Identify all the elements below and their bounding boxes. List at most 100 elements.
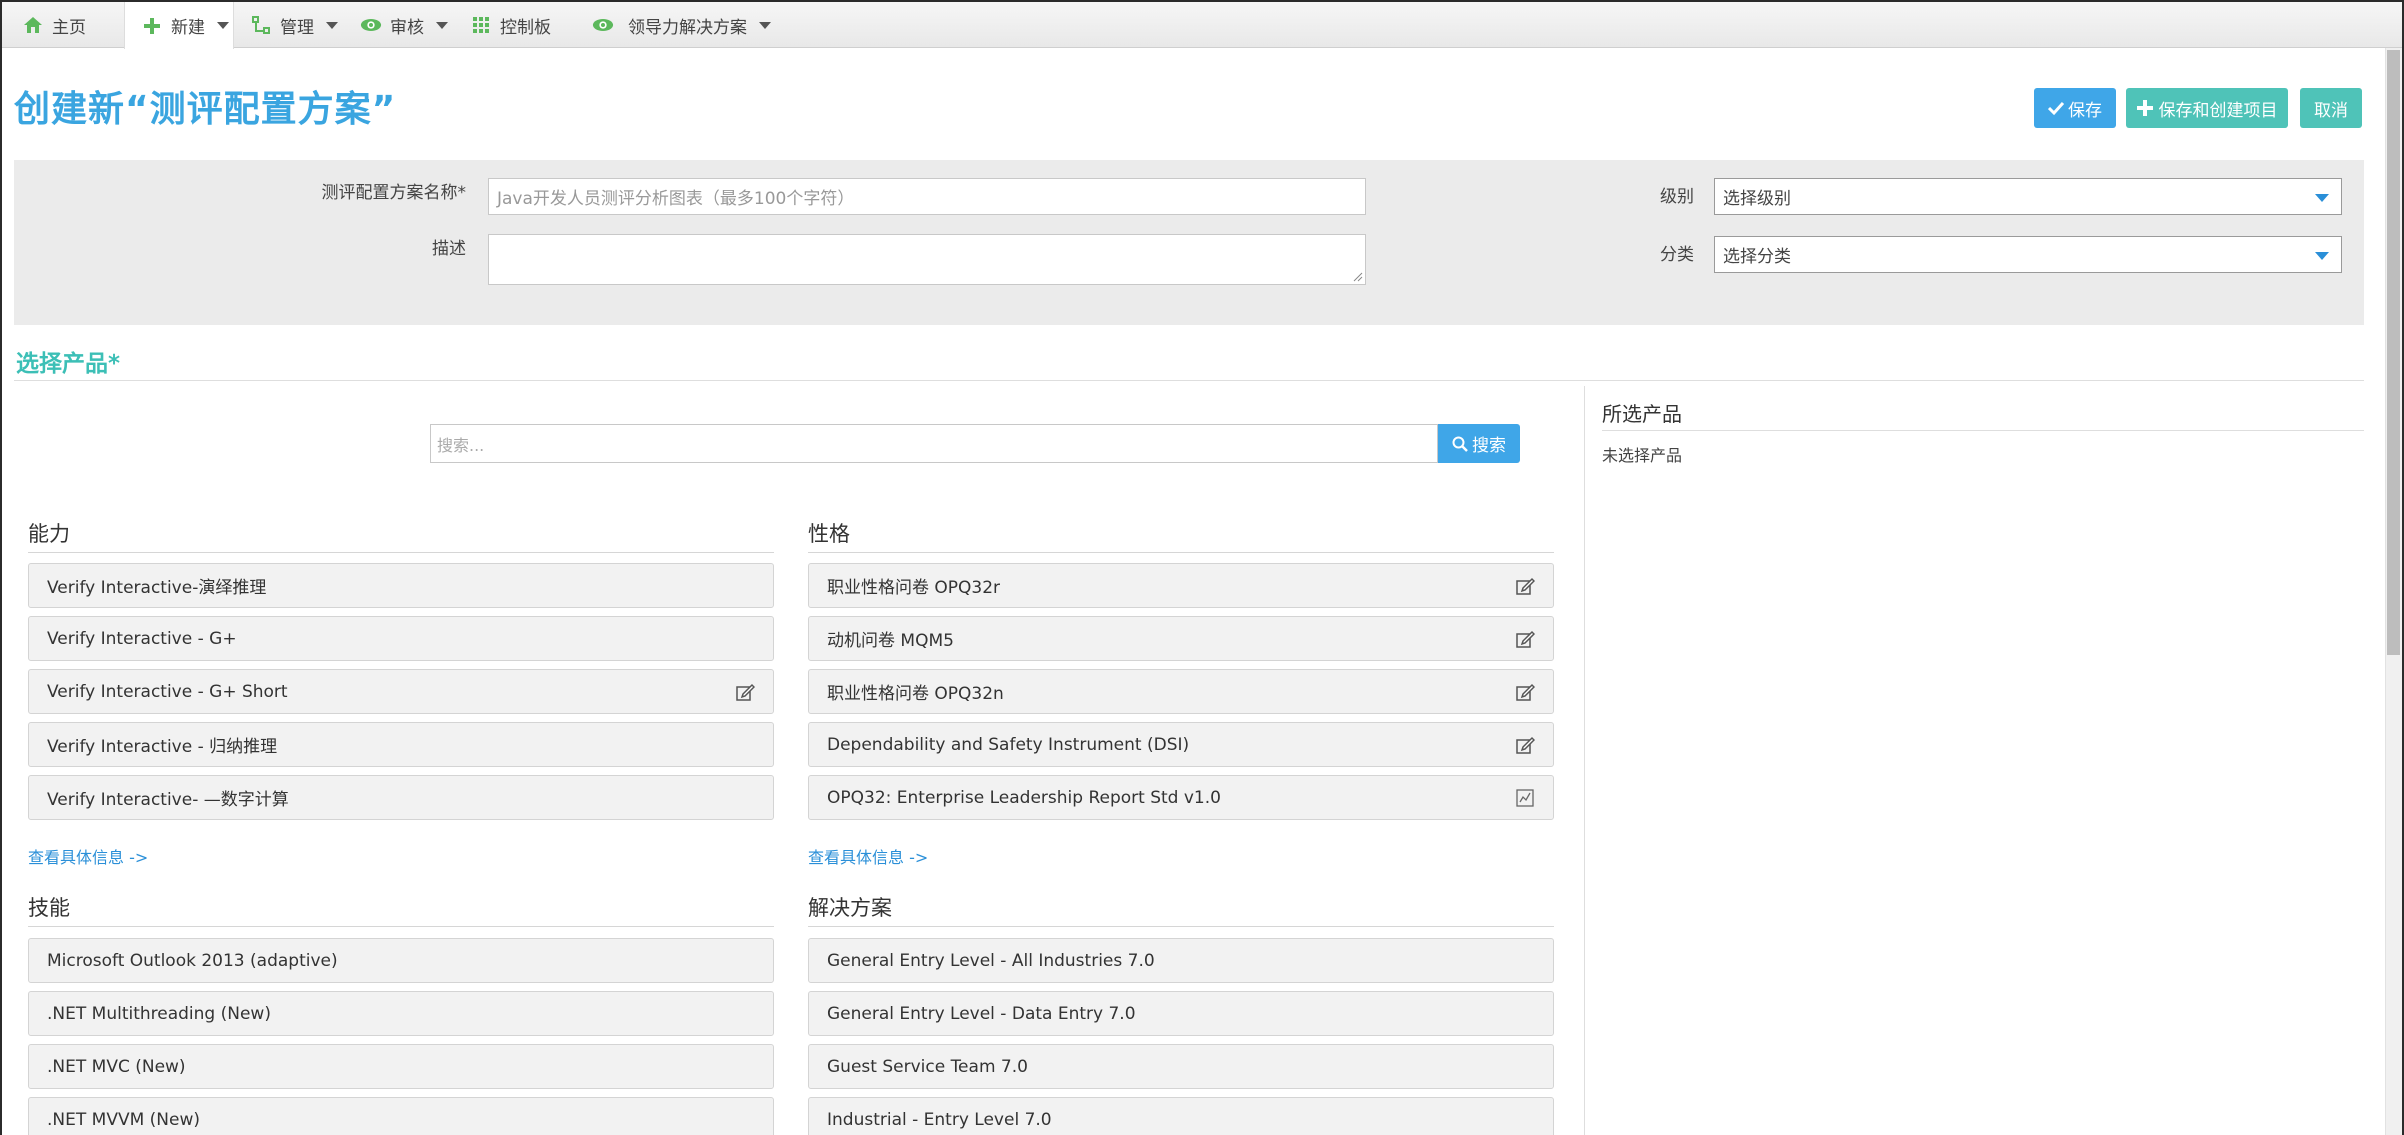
level-label: 级别 [1660, 187, 1694, 207]
product-item-personality[interactable]: 职业性格问卷 OPQ32r [808, 563, 1554, 608]
product-item-personality[interactable]: 动机问卷 MQM5 [808, 616, 1554, 661]
product-item-ability[interactable]: Verify Interactive- —数字计算 [28, 775, 774, 820]
product-item-ability[interactable]: Verify Interactive - G+ [28, 616, 774, 661]
eye-icon [592, 14, 614, 36]
product-item-skill[interactable]: .NET MVC (New) [28, 1044, 774, 1089]
chevron-down-icon [326, 21, 338, 29]
search-icon [1452, 436, 1468, 452]
product-item-label: Verify Interactive - G+ Short [47, 681, 288, 702]
selected-products-empty: 未选择产品 [1602, 446, 1683, 465]
description-textarea[interactable] [488, 234, 1366, 285]
product-item-solution[interactable]: Industrial - Entry Level 7.0 [808, 1097, 1554, 1135]
level-select-value: 选择级别 [1723, 189, 1791, 209]
select-products-title: 选择产品* [16, 351, 121, 377]
nav-label: 审核 [390, 17, 424, 38]
edit-icon[interactable] [1515, 735, 1535, 755]
grid-icon [470, 14, 492, 36]
category-select-value: 选择分类 [1723, 247, 1791, 267]
plus-icon [2136, 100, 2153, 116]
cancel-label: 取消 [2314, 100, 2348, 121]
skills-title: 技能 [28, 896, 70, 920]
selected-products-title: 所选产品 [1602, 402, 1682, 426]
level-select[interactable]: 选择级别 [1714, 178, 2342, 215]
product-search-input[interactable]: 搜索... [430, 424, 1438, 463]
product-item-personality[interactable]: OPQ32: Enterprise Leadership Report Std … [808, 775, 1554, 820]
nav-label: 领导力解决方案 [628, 17, 747, 38]
description-label: 描述 [432, 239, 466, 259]
name-label: 测评配置方案名称* [321, 183, 467, 203]
eye-icon [360, 14, 382, 36]
save-button[interactable]: 保存 [2034, 88, 2116, 128]
product-item-label: 职业性格问卷 OPQ32n [827, 684, 1004, 704]
product-item-solution[interactable]: General Entry Level - Data Entry 7.0 [808, 991, 1554, 1036]
solutions-divider [808, 926, 1554, 927]
save-create-label: 保存和创建项目 [2158, 100, 2278, 121]
personality-more-link[interactable]: 查看具体信息 -> [808, 844, 928, 868]
product-item-ability[interactable]: Verify Interactive - G+ Short [28, 669, 774, 714]
name-input[interactable]: Java开发人员测评分析图表（最多100个字符） [488, 178, 1366, 215]
section-divider [14, 380, 2364, 381]
product-item-skill[interactable]: Microsoft Outlook 2013 (adaptive) [28, 938, 774, 983]
product-item-solution[interactable]: Guest Service Team 7.0 [808, 1044, 1554, 1089]
save-label: 保存 [2068, 100, 2102, 121]
form-panel: 测评配置方案名称* Java开发人员测评分析图表（最多100个字符） 描述 级别… [14, 160, 2364, 325]
cancel-button[interactable]: 取消 [2300, 88, 2362, 128]
product-item-ability[interactable]: Verify Interactive-演绎推理 [28, 563, 774, 608]
app-frame: 主页 新建 管理 审核 控制板 领导力解决方案 创建新“测评配置方案” 保存 保… [0, 0, 2404, 1135]
ability-title: 能力 [28, 522, 70, 546]
home-icon [22, 14, 44, 36]
save-and-create-project-button[interactable]: 保存和创建项目 [2126, 88, 2288, 128]
selected-products-divider [1602, 430, 2364, 431]
nav-label: 管理 [280, 17, 314, 38]
nav-item-dashboard[interactable]: 控制板 [454, 2, 574, 48]
chevron-down-icon [217, 22, 229, 29]
product-item-label: Verify Interactive-演绎推理 [47, 578, 267, 598]
nav-item-review[interactable]: 审核 [344, 2, 456, 48]
nav-label: 新建 [171, 18, 205, 38]
plus-icon [141, 15, 163, 37]
personality-title: 性格 [808, 522, 850, 546]
edit-icon[interactable] [1515, 629, 1535, 649]
report-icon[interactable] [1515, 788, 1535, 808]
search-button[interactable]: 搜索 [1438, 424, 1520, 463]
resize-grip-icon[interactable] [1351, 270, 1363, 282]
edit-icon[interactable] [735, 682, 755, 702]
nav-item-manage[interactable]: 管理 [234, 2, 344, 48]
manage-icon [250, 14, 272, 36]
product-item-ability[interactable]: Verify Interactive - 归纳推理 [28, 722, 774, 767]
category-select[interactable]: 选择分类 [1714, 236, 2342, 273]
ability-more-link[interactable]: 查看具体信息 -> [28, 844, 148, 868]
nav-item-new[interactable]: 新建 [124, 2, 234, 49]
product-item-personality[interactable]: Dependability and Safety Instrument (DSI… [808, 722, 1554, 767]
product-item-solution[interactable]: General Entry Level - All Industries 7.0 [808, 938, 1554, 983]
product-item-label: 动机问卷 MQM5 [827, 631, 954, 651]
search-button-label: 搜索 [1472, 436, 1506, 456]
chevron-down-icon [436, 21, 448, 29]
product-item-label: Verify Interactive - G+ [47, 628, 237, 649]
chevron-down-icon [2315, 193, 2329, 202]
skills-divider [28, 926, 774, 927]
nav-item-home[interactable]: 主页 [6, 2, 124, 48]
product-item-label: Verify Interactive - 归纳推理 [47, 737, 278, 757]
product-item-label: 职业性格问卷 OPQ32r [827, 578, 1001, 598]
ability-divider [28, 552, 774, 553]
top-nav: 主页 新建 管理 审核 控制板 领导力解决方案 [2, 2, 2402, 49]
product-item-skill[interactable]: .NET Multithreading (New) [28, 991, 774, 1036]
product-item-label: Dependability and Safety Instrument (DSI… [827, 734, 1190, 755]
edit-icon[interactable] [1515, 682, 1535, 702]
check-icon [2048, 100, 2064, 116]
nav-label: 控制板 [500, 17, 551, 38]
page-title: 创建新“测评配置方案” [14, 89, 397, 130]
column-divider [1584, 386, 1585, 1135]
product-item-skill[interactable]: .NET MVVM (New) [28, 1097, 774, 1135]
product-item-label: Verify Interactive- —数字计算 [47, 790, 289, 810]
scrollbar-thumb[interactable] [2387, 50, 2400, 655]
chevron-down-icon [759, 21, 771, 29]
category-label: 分类 [1660, 245, 1694, 265]
nav-item-leadership[interactable]: 领导力解决方案 [576, 2, 786, 48]
product-item-personality[interactable]: 职业性格问卷 OPQ32n [808, 669, 1554, 714]
personality-divider [808, 552, 1554, 553]
nav-label: 主页 [52, 17, 86, 38]
edit-icon[interactable] [1515, 576, 1535, 596]
product-item-label: OPQ32: Enterprise Leadership Report Std … [827, 787, 1221, 808]
